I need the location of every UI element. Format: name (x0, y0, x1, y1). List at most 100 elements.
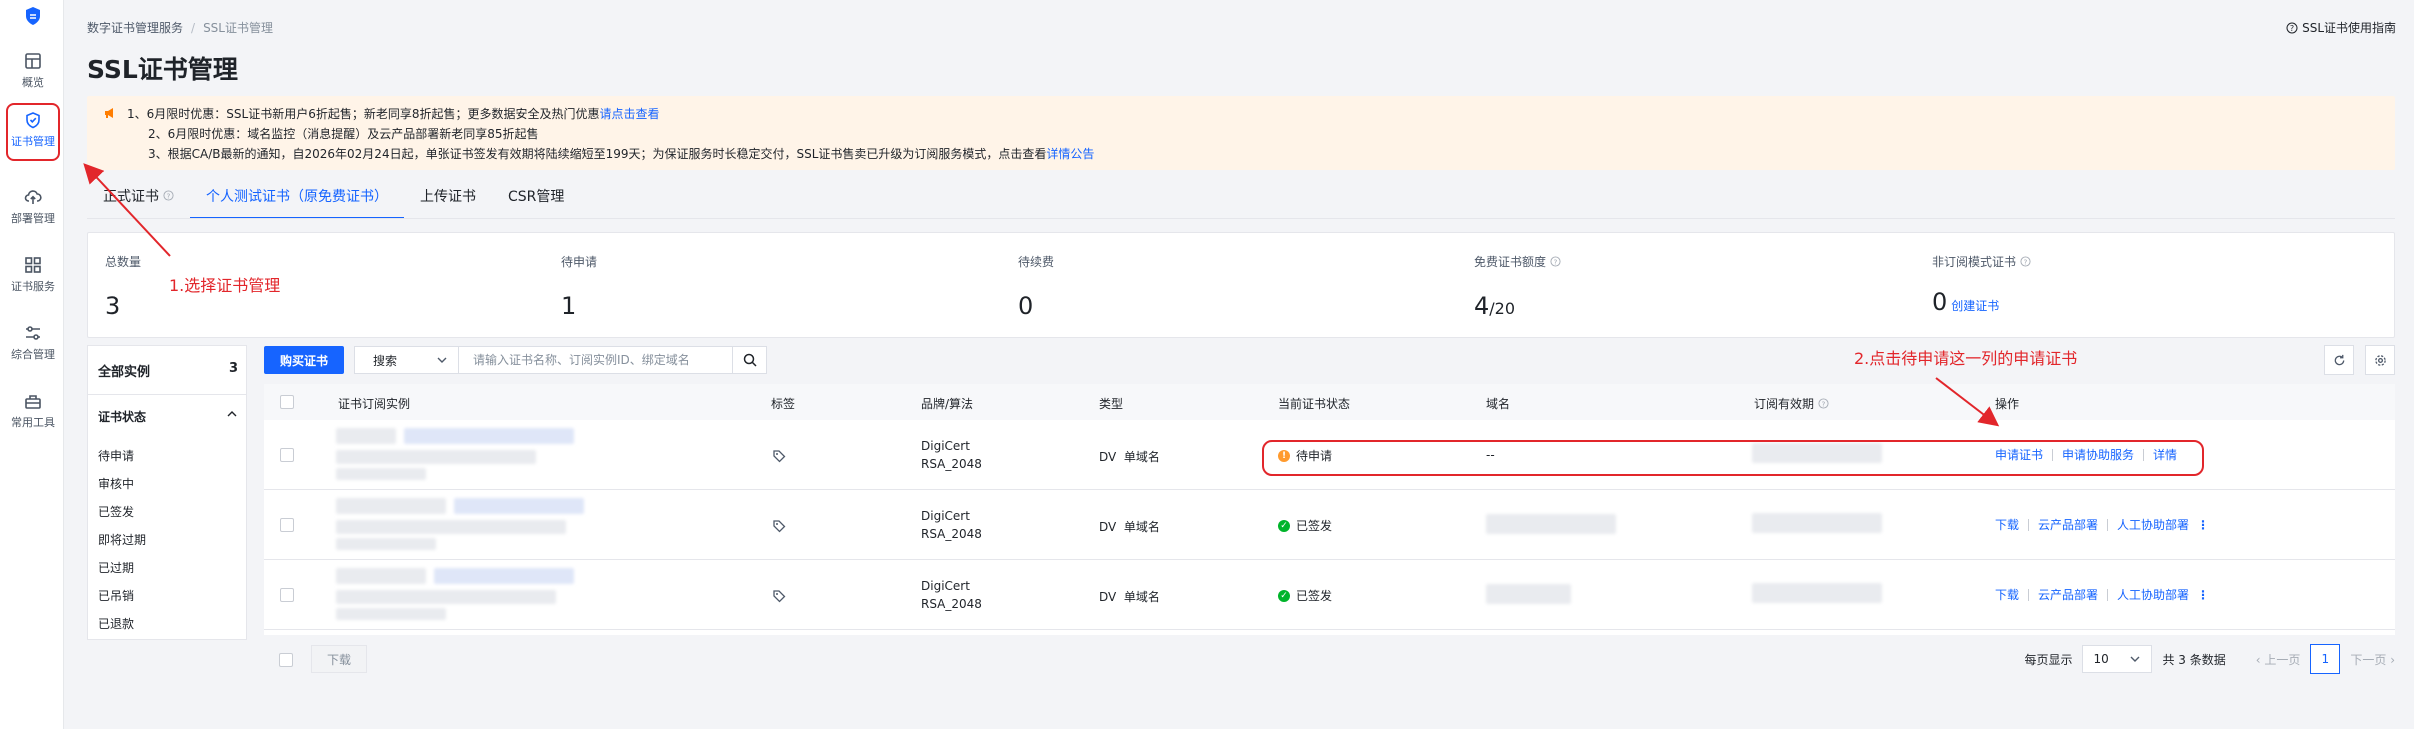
column-header: 当前证书状态 (1278, 397, 1351, 411)
footer-select-all-checkbox[interactable] (279, 653, 293, 667)
cert-type: DV 单域名 (1099, 450, 1160, 464)
rail-item-cert-services[interactable]: 证书服务 (6, 248, 60, 306)
rail-item-deploy-management[interactable]: 部署管理 (6, 180, 60, 238)
filter-group-cert-status[interactable]: 证书状态 (98, 408, 238, 425)
rail-item-common-tools[interactable]: 常用工具 (6, 384, 60, 442)
stat-total: 总数量 3 (105, 253, 141, 320)
batch-download-button[interactable]: 下载 (311, 645, 367, 673)
help-circle-icon: ? (1550, 256, 1561, 267)
tag-icon[interactable] (772, 449, 786, 463)
chevron-down-icon (2130, 656, 2140, 662)
column-header: 品牌/算法 (921, 397, 974, 411)
usage-guide-link[interactable]: ? SSL证书使用指南 (2286, 19, 2396, 36)
tab-csr-management[interactable]: CSR管理 (492, 186, 580, 218)
help-circle-icon: ? (163, 190, 174, 201)
next-page-button[interactable]: 下一页 › (2350, 651, 2395, 668)
redacted-text (336, 608, 446, 620)
prev-page-button[interactable]: ‹ 上一页 (2256, 651, 2301, 668)
check-circle-icon: ✓ (1278, 519, 1290, 532)
column-header: 标签 (771, 397, 796, 411)
filter-options: 待申请 审核中 已签发 即将过期 已过期 已吊销 已退款 (98, 448, 146, 644)
tab-personal-test-cert[interactable]: 个人测试证书（原免费证书） (190, 186, 404, 219)
search-field-select[interactable]: 搜索 (355, 347, 459, 373)
help-circle-icon: ? (2020, 256, 2031, 267)
create-cert-link[interactable]: 创建证书 (1951, 299, 1999, 313)
filter-option[interactable]: 已退款 (98, 616, 146, 644)
table-header: 证书订阅实例 标签 品牌/算法 类型 当前证书状态 域名 订阅有效期 ? 操作 (264, 384, 2395, 420)
filter-option[interactable]: 已吊销 (98, 588, 146, 616)
brand-algo: DigiCert RSA_2048 (921, 439, 982, 471)
row-checkbox[interactable] (280, 588, 294, 602)
column-header: 类型 (1099, 397, 1124, 411)
tab-formal-cert[interactable]: 正式证书 ? (87, 186, 190, 218)
download-link[interactable]: 下载 (1995, 516, 2019, 533)
toolbox-icon (25, 395, 41, 409)
redacted-text (1486, 584, 1571, 604)
cert-type: DV 单域名 (1099, 590, 1160, 604)
redacted-text (336, 520, 566, 534)
gear-icon (2374, 354, 2386, 366)
filter-option[interactable]: 已签发 (98, 504, 146, 532)
more-actions-icon[interactable]: ⋮ (2197, 518, 2209, 532)
stat-value: 0 创建证书 (1932, 288, 2000, 316)
tag-icon[interactable] (772, 519, 786, 533)
stat-label: 免费证书额度 ? (1474, 253, 1561, 270)
rail-item-cert-management[interactable]: 证书管理 (6, 103, 60, 161)
filter-all-count: 3 (228, 361, 238, 376)
stat-label: 总数量 (105, 255, 142, 269)
svg-text:?: ? (1822, 399, 1826, 408)
stat-value: 4/20 (1474, 292, 1516, 320)
rail-item-general-management[interactable]: 综合管理 (6, 316, 60, 374)
download-link[interactable]: 下载 (1995, 586, 2019, 603)
tab-upload-cert[interactable]: 上传证书 (404, 186, 492, 218)
cloud-deploy-link[interactable]: 云产品部署 (2038, 516, 2098, 533)
notice-link-detail[interactable]: 详情公告 (1046, 147, 1094, 161)
manual-assist-deploy-link[interactable]: 人工协助部署 (2117, 586, 2189, 603)
row-actions: 下载 云产品部署 人工协助部署 ⋮ (1995, 516, 2209, 533)
stat-label: 待申请 (561, 255, 598, 269)
page-title: SSL证书管理 (87, 55, 238, 84)
per-page-label: 每页显示 (2024, 652, 2073, 667)
filter-option[interactable]: 已过期 (98, 560, 146, 588)
page-1-button[interactable]: 1 (2310, 644, 2341, 674)
filter-all-instances[interactable]: 全部实例 3 (98, 361, 238, 380)
filter-option[interactable]: 审核中 (98, 476, 146, 504)
sliders-icon (26, 326, 40, 340)
filter-option[interactable]: 待申请 (98, 448, 146, 476)
more-actions-icon[interactable]: ⋮ (2197, 588, 2209, 602)
select-all-checkbox[interactable] (280, 395, 294, 409)
stat-pending: 待申请 1 (561, 253, 597, 320)
annotation-step-1: 1.选择证书管理 (169, 276, 281, 295)
buy-cert-button[interactable]: 购买证书 (264, 346, 344, 374)
rail-item-overview[interactable]: 概览 (6, 44, 60, 102)
manual-assist-deploy-link[interactable]: 人工协助部署 (2117, 516, 2189, 533)
redacted-text (1752, 513, 1882, 533)
refresh-button[interactable] (2324, 345, 2354, 375)
breadcrumb: 数字证书管理服务 / SSL证书管理 (87, 19, 273, 36)
stat-renew: 待续费 0 (1018, 253, 1054, 320)
rail-item-label: 常用工具 (11, 416, 55, 429)
refresh-icon (2334, 354, 2344, 365)
brand-algo: DigiCert RSA_2048 (921, 579, 982, 611)
notice-link-view[interactable]: 请点击查看 (599, 107, 659, 121)
row-checkbox[interactable] (280, 448, 294, 462)
per-page-select[interactable]: 10 (2082, 645, 2153, 673)
rail-item-label: 证书服务 (11, 280, 55, 293)
notice-line-1: 1、6月限时优惠：SSL证书新用户6折起售；新老同享8折起售；更多数据安全及热门… (127, 107, 660, 121)
rail-item-label: 综合管理 (11, 348, 55, 361)
breadcrumb-item[interactable]: 数字证书管理服务 (87, 21, 183, 35)
action-separator (2028, 518, 2030, 531)
column-header: 证书订阅实例 (338, 397, 411, 411)
row-checkbox[interactable] (280, 518, 294, 532)
column-header: 操作 (1995, 397, 2020, 411)
tag-icon[interactable] (772, 589, 786, 603)
column-header: 域名 (1486, 397, 1511, 411)
filter-option[interactable]: 即将过期 (98, 532, 146, 560)
cloud-deploy-link[interactable]: 云产品部署 (2038, 586, 2098, 603)
breadcrumb-separator: / (191, 21, 196, 35)
status-badge: ✓ 已签发 (1278, 587, 1332, 604)
search-button[interactable] (732, 347, 766, 373)
settings-button[interactable] (2365, 345, 2395, 375)
grid-icon (25, 257, 41, 273)
search-input[interactable] (459, 347, 732, 373)
